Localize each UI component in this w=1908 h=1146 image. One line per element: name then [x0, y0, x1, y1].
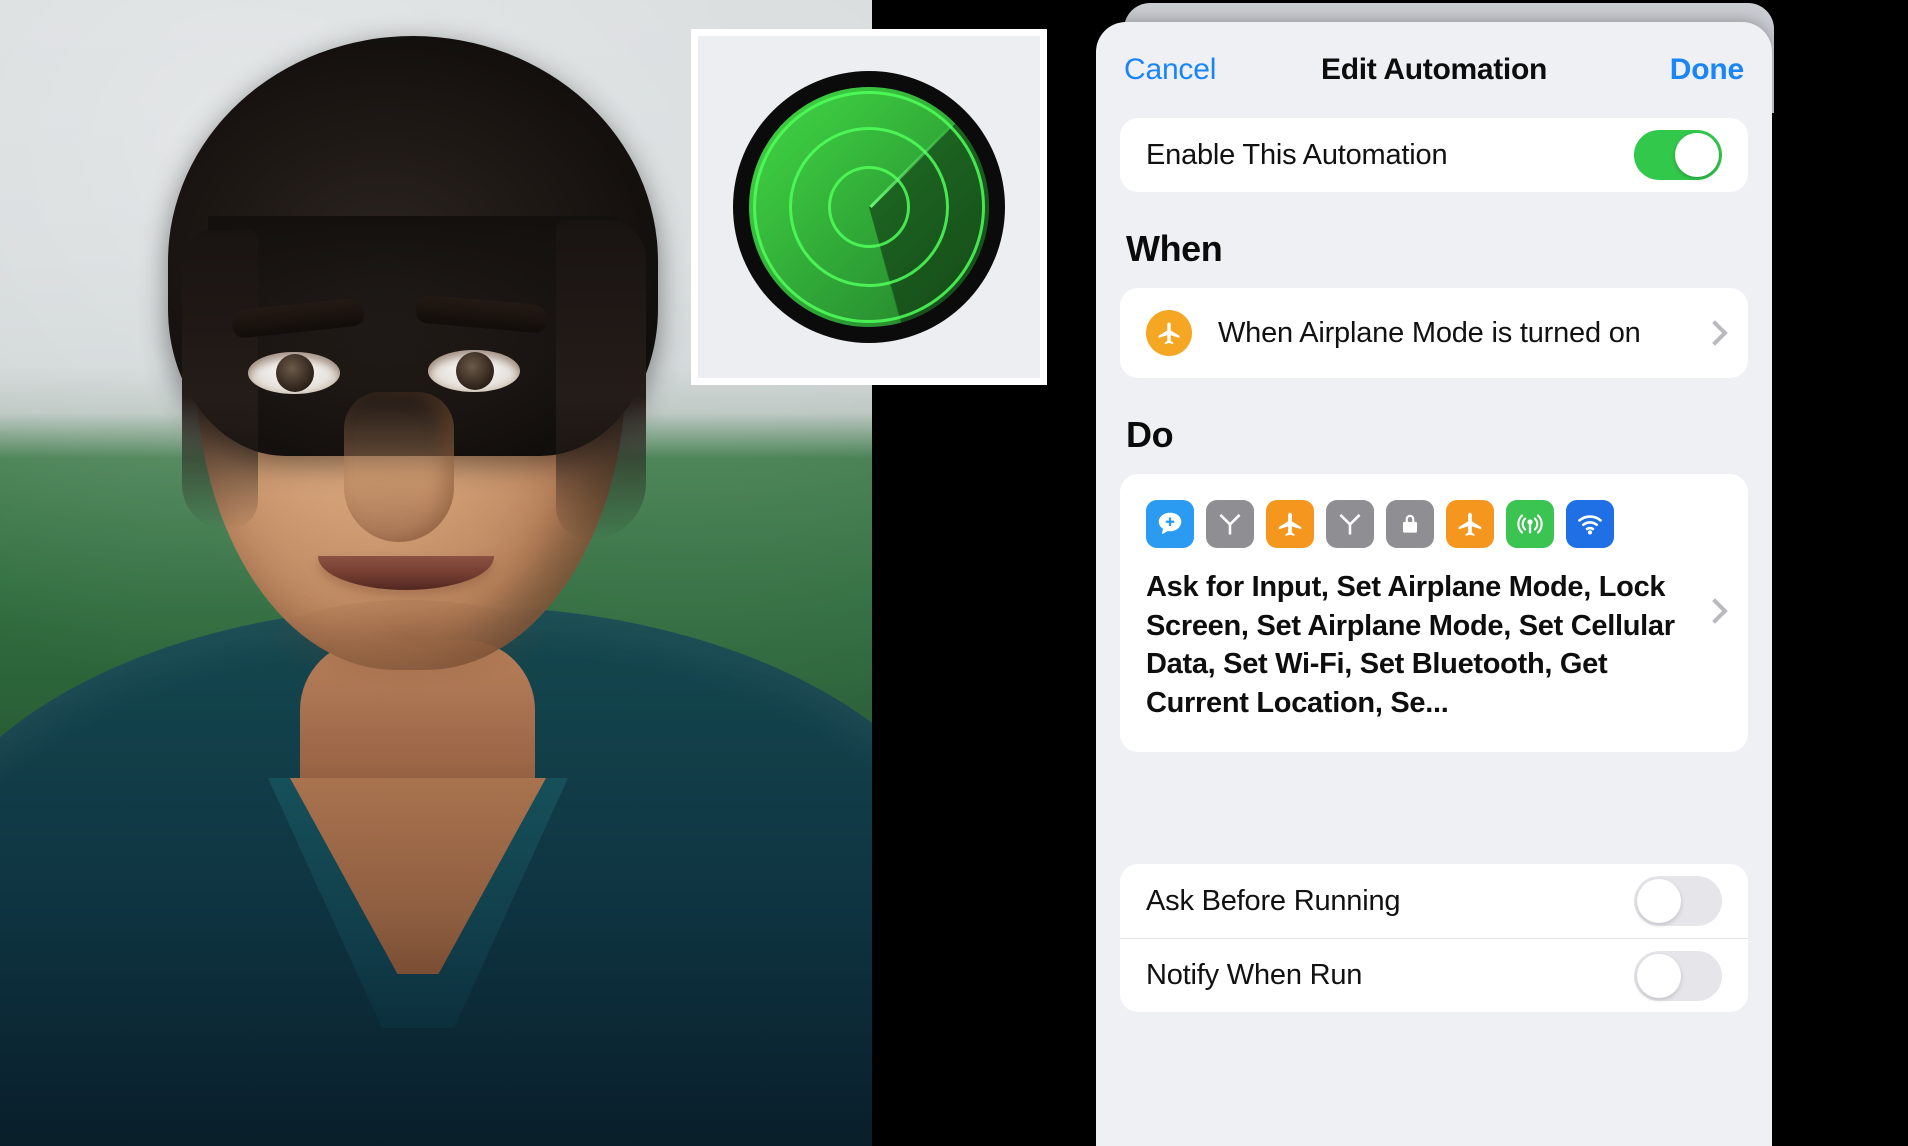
- sheet-footer-padding: [1120, 1012, 1748, 1056]
- subject-nose: [344, 392, 454, 542]
- cancel-button[interactable]: Cancel: [1124, 53, 1216, 87]
- ask-before-running-label: Ask Before Running: [1146, 884, 1401, 917]
- airplane-mode-icon: [1146, 310, 1192, 356]
- chevron-right-icon: [1702, 598, 1728, 624]
- enable-automation-label: Enable This Automation: [1146, 138, 1448, 171]
- actions-card[interactable]: Ask for Input, Set Airplane Mode, Lock S…: [1120, 474, 1748, 753]
- subject-sideburn-left: [182, 230, 258, 530]
- notify-when-run-label: Notify When Run: [1146, 959, 1363, 992]
- ask-for-input-icon: [1146, 500, 1194, 548]
- subject-sideburn-right: [556, 220, 646, 540]
- radar-face: [749, 87, 989, 327]
- done-button[interactable]: Done: [1670, 53, 1744, 87]
- enable-automation-toggle[interactable]: [1634, 130, 1722, 180]
- sheet-content: Enable This Automation When When Airplan…: [1096, 118, 1772, 1056]
- notify-when-run-row[interactable]: Notify When Run: [1120, 938, 1748, 1012]
- trigger-label: When Airplane Mode is turned on: [1218, 316, 1641, 349]
- subject-chin-shadow: [266, 600, 552, 690]
- notify-when-run-toggle[interactable]: [1634, 950, 1722, 1001]
- set-airplane-mode-icon-2: [1446, 500, 1494, 548]
- subject-iris-left: [276, 354, 314, 392]
- actions-summary-text: Ask for Input, Set Airplane Mode, Lock S…: [1146, 571, 1675, 719]
- when-section-heading: When: [1126, 228, 1223, 269]
- toggle-knob: [1637, 879, 1681, 924]
- ask-before-running-toggle[interactable]: [1634, 876, 1722, 927]
- find-my-iphone-icon-panel: [691, 29, 1047, 385]
- radar-icon: [733, 71, 1005, 343]
- set-cellular-data-icon: [1506, 500, 1554, 548]
- toggle-knob: [1675, 133, 1719, 177]
- subject-iris-right: [456, 352, 494, 390]
- ask-before-running-row[interactable]: Ask Before Running: [1120, 864, 1748, 938]
- enable-automation-card: Enable This Automation: [1120, 118, 1748, 192]
- do-section-heading: Do: [1126, 414, 1174, 455]
- if-condition-icon-2: [1326, 500, 1374, 548]
- lock-screen-icon: [1386, 500, 1434, 548]
- actions-main: Ask for Input, Set Airplane Mode, Lock S…: [1146, 500, 1692, 722]
- chevron-right-icon: [1702, 320, 1728, 346]
- enable-automation-row[interactable]: Enable This Automation: [1120, 118, 1748, 192]
- set-airplane-mode-icon-1: [1266, 500, 1314, 548]
- screenshot-canvas: Cancel Edit Automation Done Enable This …: [0, 0, 1908, 1146]
- trigger-row[interactable]: When Airplane Mode is turned on: [1120, 288, 1748, 378]
- sheet-navbar: Cancel Edit Automation Done: [1096, 22, 1772, 118]
- action-icon-strip: [1146, 500, 1692, 548]
- set-wifi-icon: [1566, 500, 1614, 548]
- when-trigger-card: When Airplane Mode is turned on: [1120, 288, 1748, 378]
- edit-automation-sheet: Cancel Edit Automation Done Enable This …: [1096, 22, 1772, 1146]
- if-condition-icon-1: [1206, 500, 1254, 548]
- toggle-knob: [1637, 953, 1681, 998]
- automation-options-card: Ask Before Running Notify When Run: [1120, 864, 1748, 1013]
